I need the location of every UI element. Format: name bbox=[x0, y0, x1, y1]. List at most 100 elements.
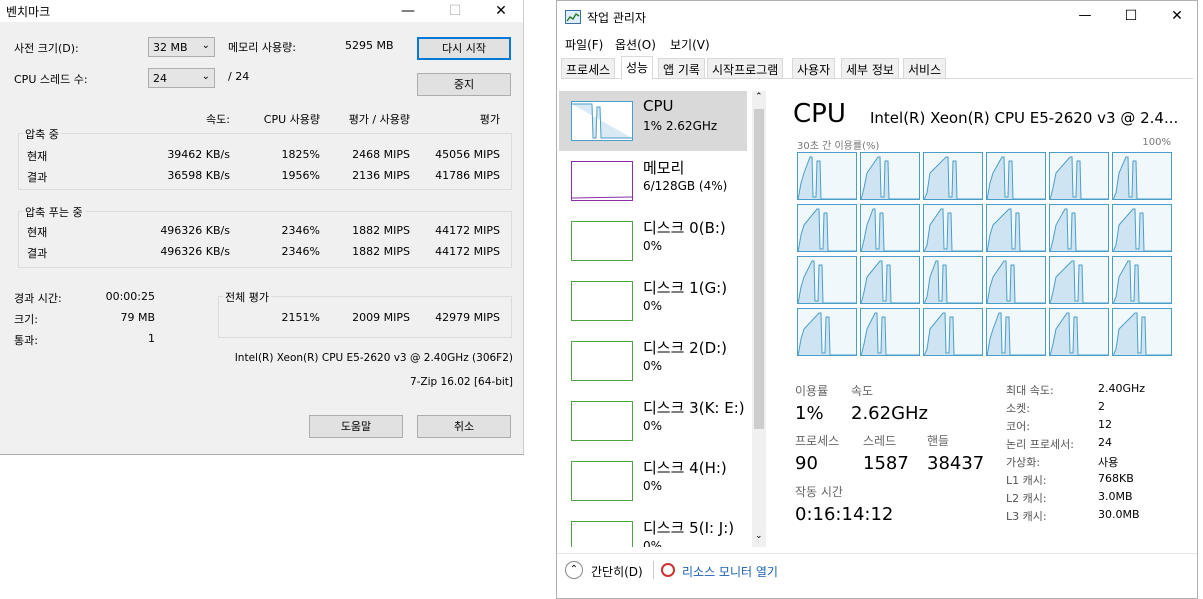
cpu-heading: CPU bbox=[793, 99, 846, 129]
logical-processor-graph bbox=[860, 308, 920, 356]
sidebar-disk-name: 디스크 2(D:) bbox=[643, 339, 728, 357]
dict-size-select[interactable]: 32 MB ⌄ bbox=[148, 37, 215, 57]
help-button[interactable]: 도움말 bbox=[309, 415, 403, 438]
chevron-up-icon[interactable]: ⌃ bbox=[755, 92, 763, 102]
footer-divider bbox=[557, 553, 1197, 554]
compress-result-ru: 2136 MIPS bbox=[352, 169, 410, 182]
cancel-button[interactable]: 취소 bbox=[417, 415, 511, 438]
tab-performance[interactable]: 성능 bbox=[621, 56, 654, 80]
logical-processor-graph bbox=[1049, 308, 1109, 356]
decompress-group: 압축 푸는 중 bbox=[18, 204, 512, 268]
decompress-current-cpu: 2346% bbox=[281, 224, 320, 237]
sidebar-item-disk-1[interactable]: 디스크 1(G:) 0% bbox=[559, 271, 747, 331]
chevron-up-icon[interactable]: ⌃ bbox=[565, 561, 583, 579]
chevron-down-icon[interactable]: ⌄ bbox=[755, 531, 763, 541]
decompress-result-label: 결과 bbox=[27, 247, 48, 260]
benchmark-window: 벤치마크 — ☐ ✕ 사전 크기(D): 32 MB ⌄ 메모리 사용량: 529… bbox=[0, 0, 524, 455]
menu-view[interactable]: 보기(V) bbox=[670, 36, 710, 53]
header-cpu-usage: CPU 사용량 bbox=[263, 113, 320, 126]
resource-monitor-link[interactable]: 리소스 모니터 열기 bbox=[682, 563, 778, 580]
benchmark-title: 벤치마크 bbox=[6, 5, 51, 19]
stop-button[interactable]: 중지 bbox=[417, 73, 511, 96]
sockets-value: 2 bbox=[1098, 400, 1105, 413]
max-speed-value: 2.40GHz bbox=[1098, 382, 1146, 395]
menu-options[interactable]: 옵션(O) bbox=[615, 36, 656, 53]
sidebar-item-disk-2[interactable]: 디스크 2(D:) 0% bbox=[559, 331, 747, 391]
disk-thumbnail-graph bbox=[571, 401, 633, 441]
graph-max: 100% bbox=[1142, 137, 1171, 148]
max-speed-label: 최대 속도: bbox=[1006, 384, 1054, 397]
sidebar-memory-value: 6/128GB (4%) bbox=[643, 179, 728, 193]
logical-processor-graph bbox=[1112, 204, 1172, 252]
logical-processors-label: 논리 프로세서: bbox=[1006, 438, 1074, 451]
tab-processes[interactable]: 프로세스 bbox=[561, 58, 616, 79]
disk-thumbnail-graph bbox=[571, 221, 633, 261]
cpu-threads-select[interactable]: 24 ⌄ bbox=[148, 68, 215, 88]
processes-label: 프로세스 bbox=[795, 434, 840, 448]
task-manager-title: 작업 관리자 bbox=[587, 11, 647, 25]
size-label: 크기: bbox=[14, 313, 38, 326]
handles-value: 38437 bbox=[927, 453, 985, 474]
logical-processor-graph bbox=[1112, 308, 1172, 356]
sidebar-item-disk-3[interactable]: 디스크 3(K: E:) 0% bbox=[559, 391, 747, 451]
task-manager-window: 작업 관리자 — ☐ ✕ 파일(F) 옵션(O) 보기(V) 프로세스 성능 앱… bbox=[556, 0, 1198, 599]
scrollbar-thumb[interactable] bbox=[754, 109, 764, 429]
close-button[interactable]: ✕ bbox=[1154, 5, 1200, 27]
logical-processor-graph bbox=[860, 152, 920, 200]
tab-app-history[interactable]: 앱 기록 bbox=[658, 58, 705, 79]
cores-value: 12 bbox=[1098, 418, 1112, 431]
disk-thumbnail-graph bbox=[571, 341, 633, 381]
sidebar-item-memory[interactable]: 메모리 6/128GB (4%) bbox=[559, 151, 747, 211]
sidebar-item-cpu[interactable]: CPU 1% 2.62GHz bbox=[559, 91, 747, 151]
dict-size-value: 32 MB bbox=[153, 41, 188, 54]
minimize-button[interactable]: — bbox=[385, 0, 431, 22]
sidebar-disk-value: 0% bbox=[643, 419, 663, 433]
l3-cache-value: 30.0MB bbox=[1098, 508, 1140, 521]
memory-thumbnail-graph bbox=[571, 161, 633, 201]
cpu-threads-label: CPU 스레드 수: bbox=[14, 73, 88, 86]
sidebar-cpu-value: 1% 2.62GHz bbox=[643, 119, 718, 133]
sidebar-item-disk-4[interactable]: 디스크 4(H:) 0% bbox=[559, 451, 747, 511]
threads-max: / 24 bbox=[228, 70, 250, 83]
tab-users[interactable]: 사용자 bbox=[792, 58, 836, 79]
speed-label: 속도 bbox=[851, 384, 874, 398]
logical-processor-graph bbox=[1112, 152, 1172, 200]
logical-processor-graph bbox=[923, 152, 983, 200]
sidebar-scrollbar[interactable]: ⌃ ⌄ bbox=[752, 91, 766, 547]
sidebar-disk-value: 0% bbox=[643, 539, 663, 547]
graph-caption: 30초 간 이용률(%) bbox=[797, 141, 880, 152]
sidebar-item-disk-5[interactable]: 디스크 5(I: J:) 0% bbox=[559, 511, 747, 547]
cpu-model: Intel(R) Xeon(R) CPU E5-2620 v3 @ 2.4... bbox=[870, 109, 1179, 127]
tab-details[interactable]: 세부 정보 bbox=[841, 58, 899, 79]
sidebar-item-disk-0[interactable]: 디스크 0(B:) 0% bbox=[559, 211, 747, 271]
sidebar-disk-value: 0% bbox=[643, 299, 663, 313]
sidebar-disk-name: 디스크 4(H:) bbox=[643, 459, 727, 477]
logical-processor-graph bbox=[986, 204, 1046, 252]
header-rating: 평가 bbox=[479, 113, 500, 126]
logical-processor-graph bbox=[860, 256, 920, 304]
menu-file[interactable]: 파일(F) bbox=[565, 36, 603, 53]
close-button[interactable]: ✕ bbox=[478, 0, 524, 22]
chevron-down-icon: ⌄ bbox=[201, 40, 210, 51]
compress-current-ru: 2468 MIPS bbox=[352, 148, 410, 161]
cores-label: 코어: bbox=[1006, 420, 1030, 433]
footer-separator bbox=[653, 561, 654, 579]
compress-current-cpu: 1825% bbox=[281, 148, 320, 161]
tab-startup[interactable]: 시작프로그램 bbox=[707, 58, 784, 79]
passes-label: 통과: bbox=[14, 334, 38, 347]
elapsed-label: 경과 시간: bbox=[14, 292, 62, 305]
logical-processor-graph bbox=[923, 308, 983, 356]
threads-label: 스레드 bbox=[863, 434, 897, 448]
maximize-button[interactable]: ☐ bbox=[1108, 5, 1154, 27]
logical-processor-graph bbox=[923, 256, 983, 304]
restart-button[interactable]: 다시 시작 bbox=[417, 37, 511, 60]
tab-strip: 프로세스 성능 앱 기록 시작프로그램 사용자 세부 정보 서비스 bbox=[561, 56, 1193, 80]
decompress-result-ru: 1882 MIPS bbox=[352, 245, 410, 258]
fewer-details-link[interactable]: 간단히(D) bbox=[591, 563, 643, 580]
utilization-label: 이용률 bbox=[795, 384, 829, 398]
tab-services[interactable]: 서비스 bbox=[903, 58, 947, 79]
logical-processor-graph bbox=[860, 204, 920, 252]
minimize-button[interactable]: — bbox=[1062, 5, 1108, 27]
logical-processor-graph bbox=[986, 256, 1046, 304]
cpu-thumbnail-graph bbox=[571, 101, 633, 141]
